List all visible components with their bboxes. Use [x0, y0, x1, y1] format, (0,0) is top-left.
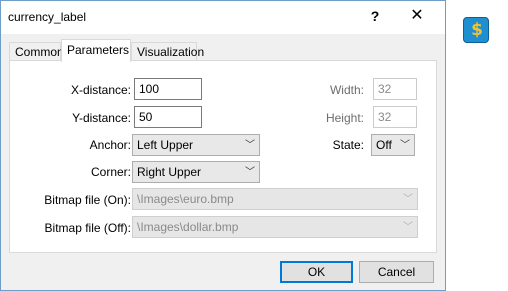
chevron-down-icon: ﹀: [403, 222, 413, 233]
bitmap-off-label: Bitmap file (Off):: [44, 221, 131, 235]
x-distance-label: X-distance:: [70, 83, 131, 97]
bitmap-off-select[interactable]: \Images\dollar.bmp ﹀: [132, 216, 418, 238]
chevron-down-icon: ﹀: [245, 167, 255, 178]
width-label: Width:: [329, 83, 364, 97]
cancel-button[interactable]: Cancel: [359, 261, 434, 283]
corner-label: Corner:: [90, 165, 131, 179]
chevron-down-icon: ﹀: [400, 140, 410, 151]
height-input[interactable]: 32: [373, 106, 417, 128]
x-distance-input[interactable]: 100: [134, 78, 202, 100]
properties-dialog: currency_label ? ✕ Common Parameters Vis…: [0, 0, 446, 291]
window-title: currency_label: [8, 10, 87, 24]
tab-parameters[interactable]: Parameters: [61, 39, 131, 62]
bitmap-off-value: \Images\dollar.bmp: [137, 220, 239, 234]
bitmap-on-select[interactable]: \Images\euro.bmp ﹀: [132, 188, 418, 210]
corner-value: Right Upper: [137, 165, 202, 179]
state-select[interactable]: Off ﹀: [371, 134, 415, 156]
parameters-panel: X-distance: 100 Width: 32 Y-distance: 50…: [9, 60, 437, 253]
bitmap-on-label: Bitmap file (On):: [44, 193, 131, 207]
close-button[interactable]: ✕: [403, 5, 431, 27]
dollar-coin-icon: $: [463, 17, 489, 43]
corner-select[interactable]: Right Upper ﹀: [132, 161, 260, 183]
state-value: Off: [376, 138, 392, 152]
ok-button[interactable]: OK: [280, 261, 353, 283]
bitmap-on-value: \Images\euro.bmp: [137, 192, 234, 206]
tab-visualization[interactable]: Visualization: [131, 42, 204, 61]
tab-common[interactable]: Common: [9, 42, 64, 61]
dollar-sign-icon: $: [471, 20, 483, 40]
anchor-label: Anchor:: [89, 138, 131, 152]
state-label: State:: [332, 138, 364, 152]
anchor-select[interactable]: Left Upper ﹀: [132, 134, 260, 156]
y-distance-input[interactable]: 50: [134, 106, 202, 128]
title-bar: currency_label ? ✕: [1, 1, 445, 34]
width-input[interactable]: 32: [373, 78, 417, 100]
help-button[interactable]: ?: [365, 5, 385, 27]
anchor-value: Left Upper: [137, 138, 194, 152]
y-distance-label: Y-distance:: [72, 111, 131, 125]
chevron-down-icon: ﹀: [245, 140, 255, 151]
height-label: Height:: [325, 111, 364, 125]
chevron-down-icon: ﹀: [403, 194, 413, 205]
